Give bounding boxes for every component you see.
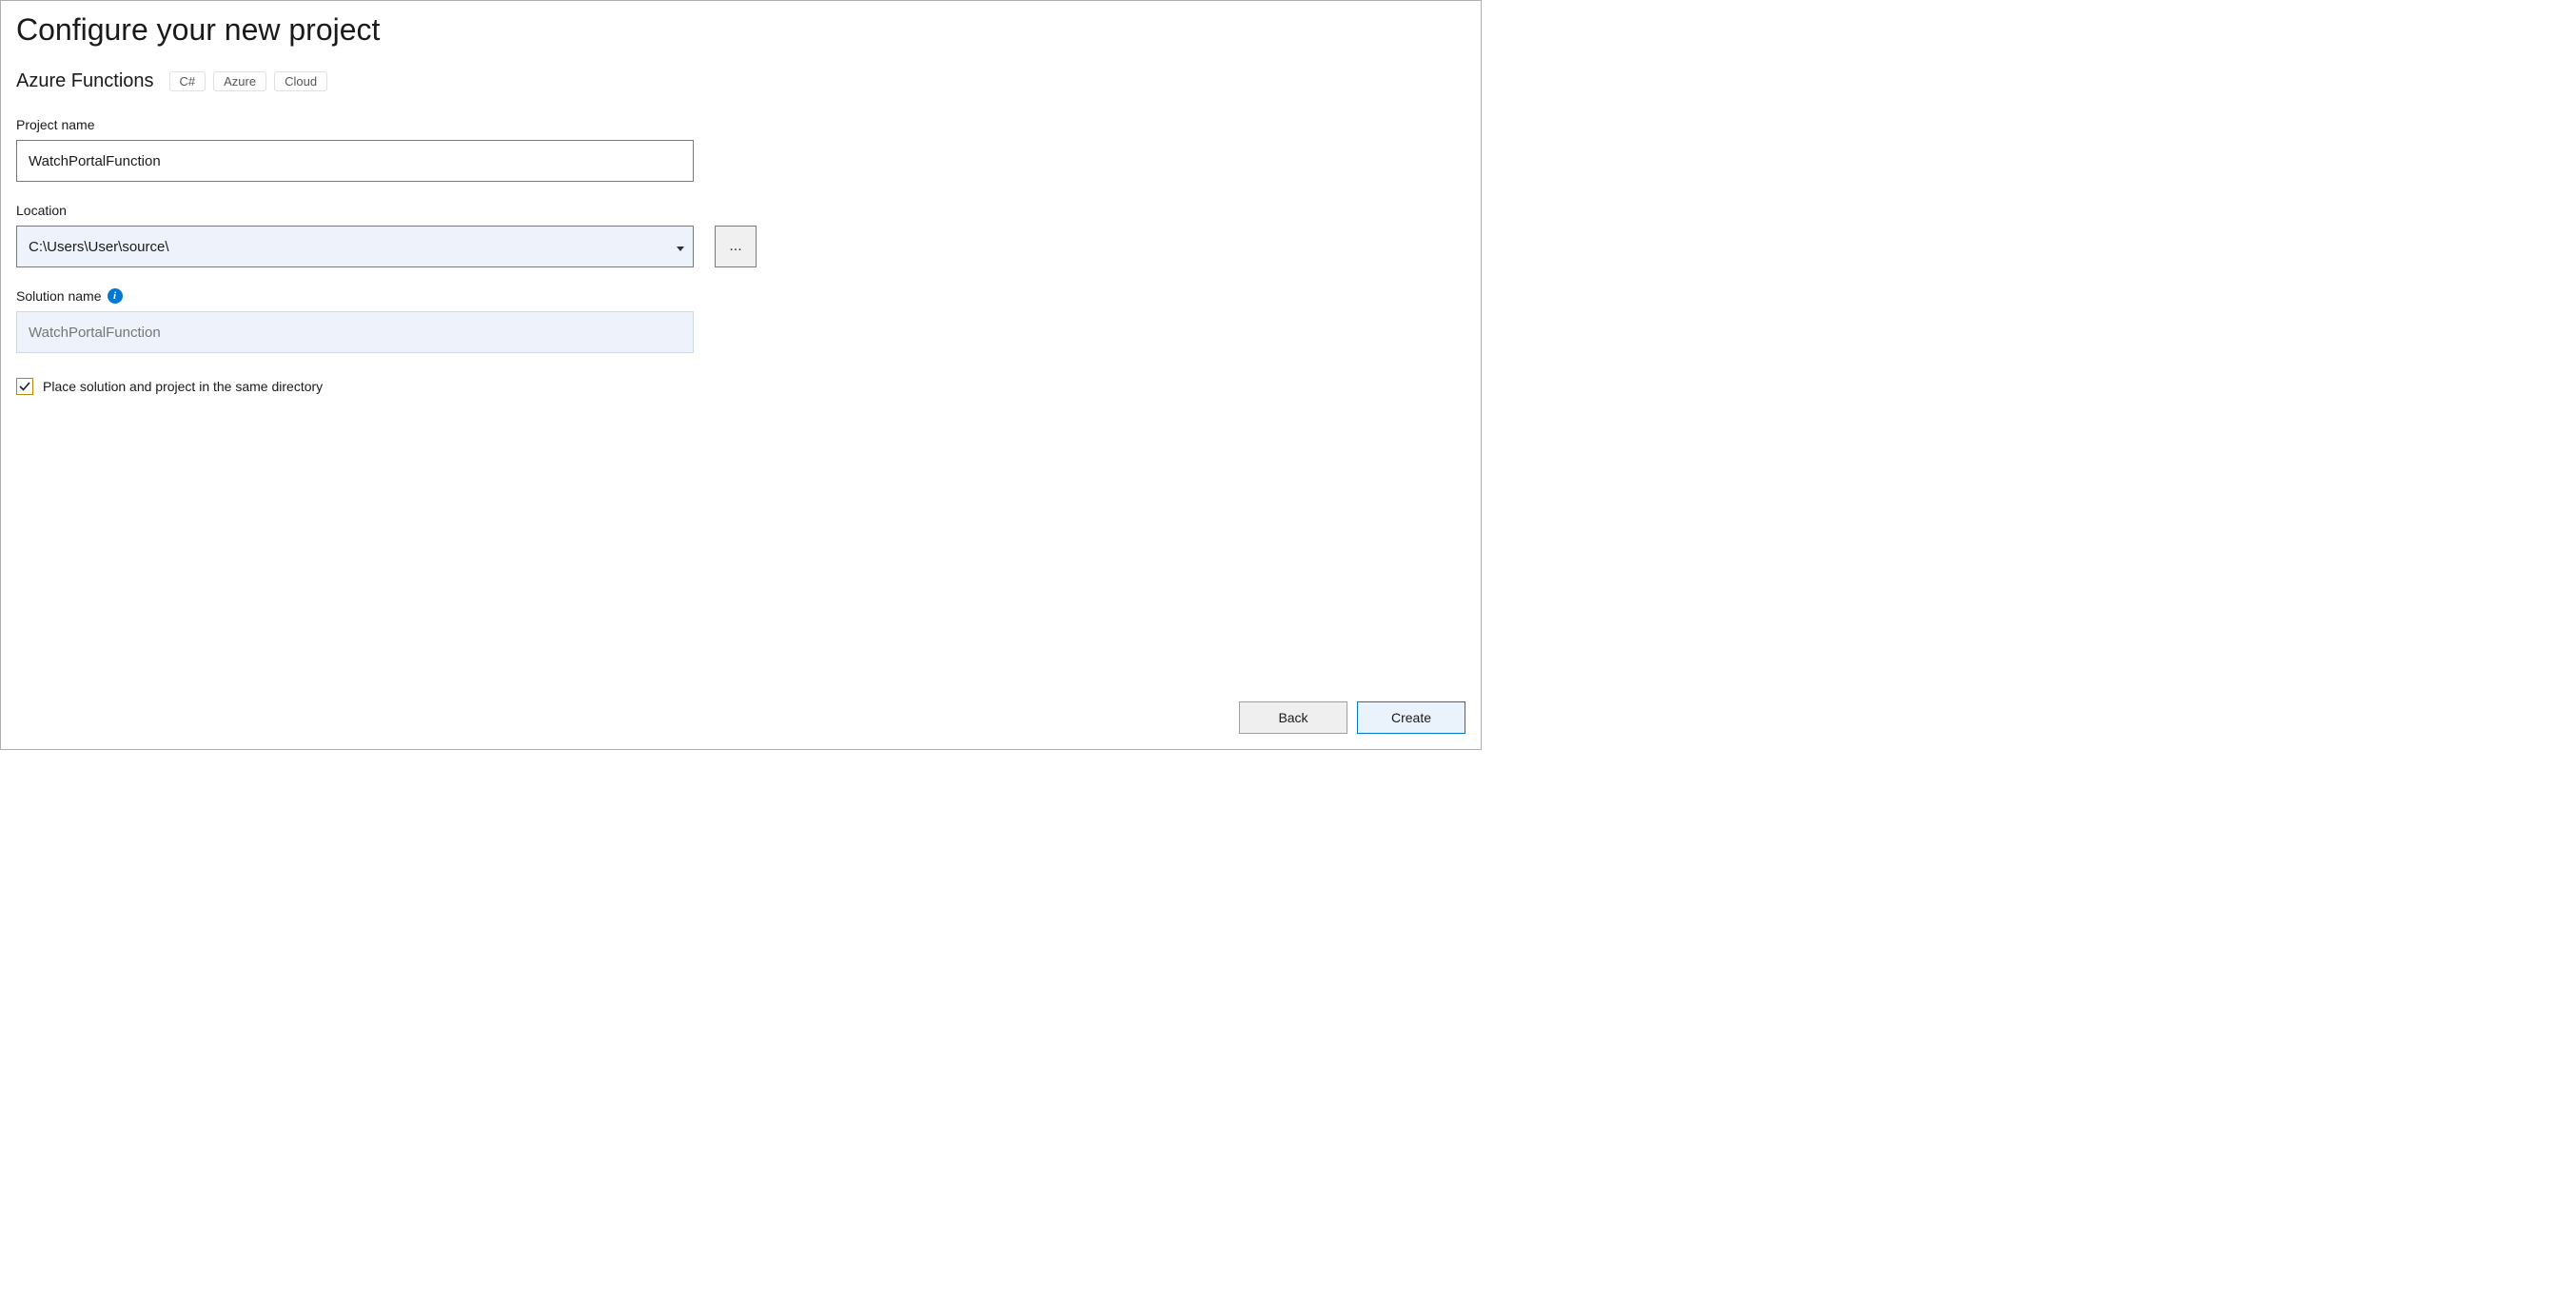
configure-project-window: Configure your new project Azure Functio… bbox=[0, 0, 1482, 750]
template-row: Azure Functions C# Azure Cloud bbox=[16, 70, 1465, 92]
location-combo[interactable] bbox=[16, 226, 694, 267]
back-button[interactable]: Back bbox=[1239, 701, 1347, 734]
tag-csharp: C# bbox=[169, 71, 206, 91]
same-directory-label: Place solution and project in the same d… bbox=[43, 379, 323, 394]
check-icon bbox=[18, 380, 31, 393]
project-name-input[interactable] bbox=[16, 140, 694, 182]
project-name-block: Project name bbox=[16, 117, 1465, 182]
project-name-label: Project name bbox=[16, 117, 1465, 132]
browse-button[interactable]: ... bbox=[715, 226, 757, 267]
info-icon[interactable]: i bbox=[108, 288, 123, 304]
tag-group: C# Azure Cloud bbox=[169, 71, 328, 91]
page-title: Configure your new project bbox=[16, 12, 1465, 48]
location-block: Location ... bbox=[16, 203, 1465, 267]
footer: Back Create bbox=[1239, 701, 1465, 734]
tag-cloud: Cloud bbox=[274, 71, 327, 91]
solution-name-block: Solution name i bbox=[16, 288, 1465, 353]
create-button[interactable]: Create bbox=[1357, 701, 1465, 734]
solution-name-label: Solution name i bbox=[16, 288, 1465, 304]
same-directory-checkbox[interactable] bbox=[16, 378, 33, 395]
solution-name-label-text: Solution name bbox=[16, 288, 102, 304]
same-directory-row: Place solution and project in the same d… bbox=[16, 378, 1465, 395]
location-label: Location bbox=[16, 203, 1465, 218]
template-name: Azure Functions bbox=[16, 70, 154, 92]
solution-name-input bbox=[16, 311, 694, 353]
tag-azure: Azure bbox=[213, 71, 266, 91]
